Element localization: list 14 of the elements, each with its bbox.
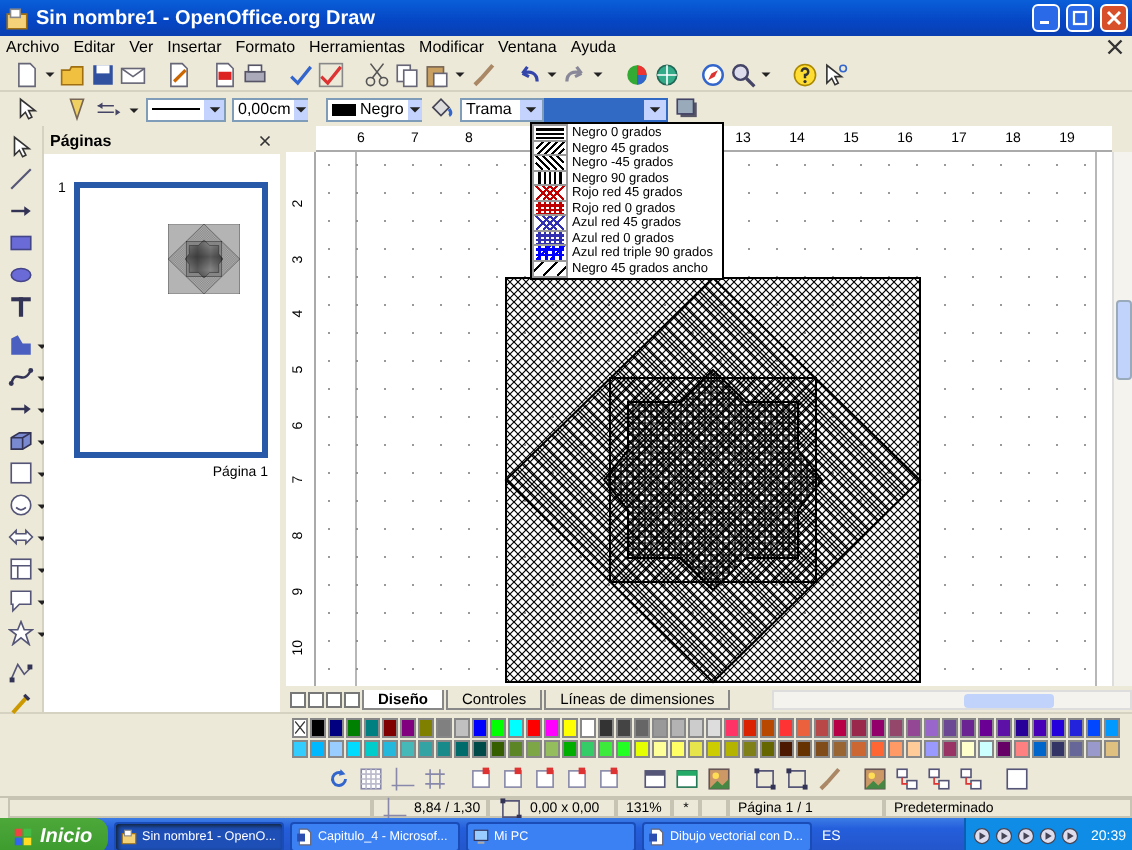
fill-style-dropdown[interactable]: Trama: [460, 97, 544, 121]
menu-item[interactable]: Ver: [129, 37, 154, 57]
panel-title: Páginas: [50, 131, 112, 149]
menu-item[interactable]: Formato: [235, 37, 296, 57]
menu-item[interactable]: Ayuda: [570, 37, 616, 57]
menu-item[interactable]: Modificar: [419, 37, 484, 57]
line-width-field[interactable]: 0,00cm: [232, 97, 308, 121]
menu-item[interactable]: Ventana: [498, 37, 557, 57]
menu-item[interactable]: Insertar: [167, 37, 222, 57]
line-color-dropdown[interactable]: Negro: [326, 97, 422, 121]
menu-item[interactable]: Archivo: [6, 37, 60, 57]
menu-item[interactable]: Editar: [73, 37, 116, 57]
window-title: Sin nombre1 - OpenOffice.org Draw: [36, 7, 377, 29]
menu-item[interactable]: Herramientas: [309, 37, 406, 57]
